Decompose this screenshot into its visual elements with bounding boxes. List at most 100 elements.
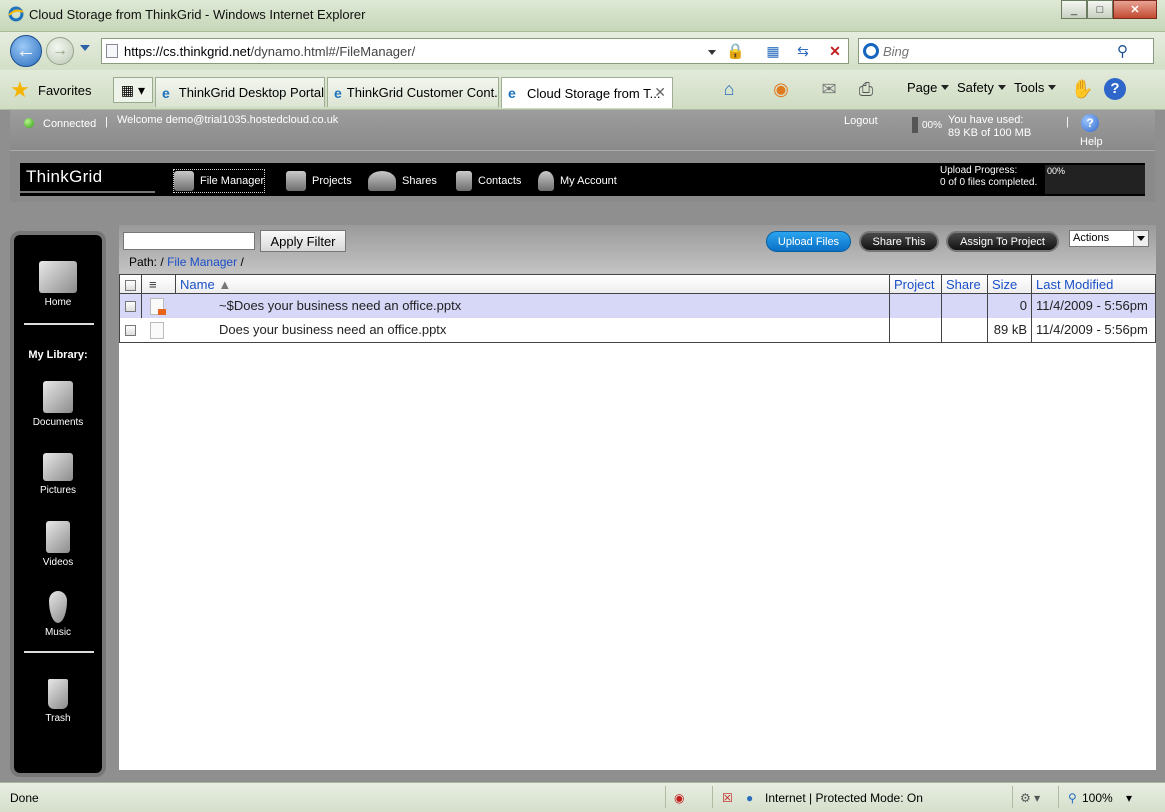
browser-status-bar: Done ◉ ☒ ● Internet | Protected Mode: On… — [0, 782, 1165, 812]
safety-menu[interactable]: Safety — [957, 80, 1006, 95]
search-input[interactable] — [883, 42, 1113, 60]
minimize-button[interactable]: _ — [1061, 0, 1087, 19]
file-last-modified: 11/4/2009 - 5:56pm — [1036, 322, 1148, 337]
page-menu[interactable]: Page — [907, 80, 950, 95]
address-bar[interactable]: https://cs.thinkgrid.net/dynamo.html#/Fi… — [101, 38, 849, 64]
zoom-dropdown-icon[interactable]: ▾ — [1126, 791, 1132, 805]
briefcase-icon — [286, 171, 306, 191]
home-icon[interactable]: ⌂ — [718, 78, 740, 100]
print-icon[interactable]: ⎙ — [855, 78, 877, 100]
tab-label: ThinkGrid Desktop Portal — [178, 85, 324, 100]
filter-input[interactable] — [123, 232, 255, 250]
connected-indicator-icon — [24, 118, 34, 128]
favorites-button[interactable]: ★ Favorites — [10, 77, 91, 103]
upload-progress-percent: 00% — [1047, 166, 1066, 176]
file-size: 0 — [988, 294, 1032, 318]
help-icon[interactable]: ? — [1081, 114, 1099, 132]
title-bar: Cloud Storage from ThinkGrid - Windows I… — [0, 0, 1165, 32]
storage-usage-text: You have used: 89 KB of 100 MB — [948, 114, 1032, 139]
trash-icon — [48, 679, 68, 709]
address-url[interactable]: https://cs.thinkgrid.net/dynamo.html#/Fi… — [124, 44, 415, 59]
pptx-file-icon — [142, 294, 176, 318]
column-header-size[interactable]: Size — [988, 275, 1032, 293]
close-tab-icon[interactable]: ✕ — [654, 84, 666, 101]
nav-projects[interactable]: Projects — [286, 170, 352, 192]
file-share — [942, 294, 988, 318]
pictures-icon — [43, 453, 73, 481]
sidebar-item-trash[interactable]: Trash — [14, 679, 102, 724]
divider — [665, 786, 666, 808]
help-label[interactable]: Help — [1080, 136, 1103, 148]
quick-tabs-button[interactable]: ▦ ▾ — [113, 77, 153, 103]
upload-files-button[interactable]: Upload Files — [766, 231, 851, 252]
library-sidebar: Home My Library: Documents Pictures Vide… — [10, 231, 106, 777]
column-header-share[interactable]: Share — [942, 275, 988, 293]
close-window-button[interactable]: ✕ — [1113, 0, 1157, 19]
nav-my-account[interactable]: My Account — [538, 170, 617, 192]
blocked-content-icon[interactable]: ◉ — [674, 791, 684, 805]
logout-link[interactable]: Logout — [844, 115, 878, 127]
table-row[interactable]: ~$Does your business need an office.pptx… — [119, 294, 1156, 318]
sidebar-item-home[interactable]: Home — [14, 261, 102, 308]
mail-icon[interactable]: ✉ — [818, 78, 840, 100]
sidebar-item-videos[interactable]: Videos — [14, 521, 102, 568]
navigation-bar: ← → https://cs.thinkgrid.net/dynamo.html… — [0, 32, 1165, 70]
popup-blocked-icon[interactable]: ☒ — [722, 791, 733, 805]
feeds-icon[interactable]: ◉ — [770, 78, 792, 100]
compatibility-view-icon[interactable]: ▦ — [762, 41, 784, 61]
connection-status: Connected — [43, 118, 97, 130]
tab-label: ThinkGrid Customer Cont... — [346, 85, 499, 100]
manage-addons-icon[interactable]: ⚙ ▾ — [1020, 791, 1040, 805]
tab-thinkgrid-desktop-portal[interactable]: e ThinkGrid Desktop Portal — [155, 77, 325, 107]
sidebar-item-pictures[interactable]: Pictures — [14, 453, 102, 496]
zoom-level[interactable]: 100% — [1082, 791, 1113, 805]
breadcrumb-file-manager-link[interactable]: File Manager — [167, 255, 237, 269]
page-icon — [106, 44, 118, 58]
row-checkbox[interactable] — [120, 294, 142, 318]
nav-contacts[interactable]: Contacts — [456, 170, 521, 192]
zoom-icon[interactable]: ⚲ — [1068, 791, 1077, 805]
apply-filter-button[interactable]: Apply Filter — [260, 230, 346, 252]
assign-to-project-button[interactable]: Assign To Project — [946, 231, 1059, 252]
file-name[interactable]: Does your business need an office.pptx — [176, 318, 890, 342]
divider — [712, 786, 713, 808]
sidebar-item-documents[interactable]: Documents — [14, 381, 102, 428]
help-menu-icon[interactable]: ? — [1104, 78, 1126, 100]
row-checkbox[interactable] — [120, 318, 142, 342]
user-icon — [538, 171, 554, 191]
list-view-icon[interactable]: ≡ — [142, 275, 176, 293]
forward-button[interactable]: → — [46, 37, 74, 65]
select-all-checkbox[interactable] — [120, 275, 142, 293]
lock-icon[interactable]: 🔒 — [726, 42, 745, 60]
address-dropdown-icon[interactable] — [708, 50, 716, 55]
nav-file-manager[interactable]: File Manager — [172, 169, 266, 193]
maximize-button[interactable]: □ — [1087, 0, 1113, 19]
bing-icon — [863, 43, 879, 59]
table-row[interactable]: Does your business need an office.pptx 8… — [119, 318, 1156, 343]
tools-menu[interactable]: Tools — [1014, 80, 1057, 95]
divider — [1058, 786, 1059, 808]
share-this-button[interactable]: Share This — [859, 231, 939, 252]
search-icon[interactable]: ⚲ — [1117, 42, 1128, 60]
research-hand-icon[interactable]: ✋ — [1071, 78, 1093, 100]
music-note-icon — [49, 591, 67, 623]
file-name[interactable]: ~$Does your business need an office.pptx — [176, 294, 890, 318]
divider — [1012, 786, 1013, 808]
column-header-last-modified[interactable]: Last Modified — [1032, 275, 1155, 293]
actions-dropdown[interactable]: Actions — [1069, 230, 1149, 247]
my-library-heading: My Library: — [28, 349, 88, 361]
back-button[interactable]: ← — [10, 35, 42, 67]
security-zone[interactable]: Internet | Protected Mode: On — [765, 791, 923, 805]
search-box[interactable]: ⚲ — [858, 38, 1154, 64]
tab-cloud-storage[interactable]: e Cloud Storage from T... ✕ — [501, 77, 673, 108]
tab-thinkgrid-customer-control[interactable]: e ThinkGrid Customer Cont... — [327, 77, 499, 107]
refresh-icon[interactable]: ⇆ — [792, 41, 814, 61]
address-book-icon — [456, 171, 472, 191]
column-header-name[interactable]: Name ▲ — [176, 275, 890, 293]
column-header-project[interactable]: Project — [890, 275, 942, 293]
file-size: 89 kB — [988, 318, 1032, 342]
sidebar-item-music[interactable]: Music — [14, 591, 102, 638]
recent-pages-dropdown[interactable] — [80, 45, 90, 51]
nav-shares[interactable]: Shares — [368, 170, 437, 192]
stop-icon[interactable]: ✕ — [824, 41, 846, 61]
